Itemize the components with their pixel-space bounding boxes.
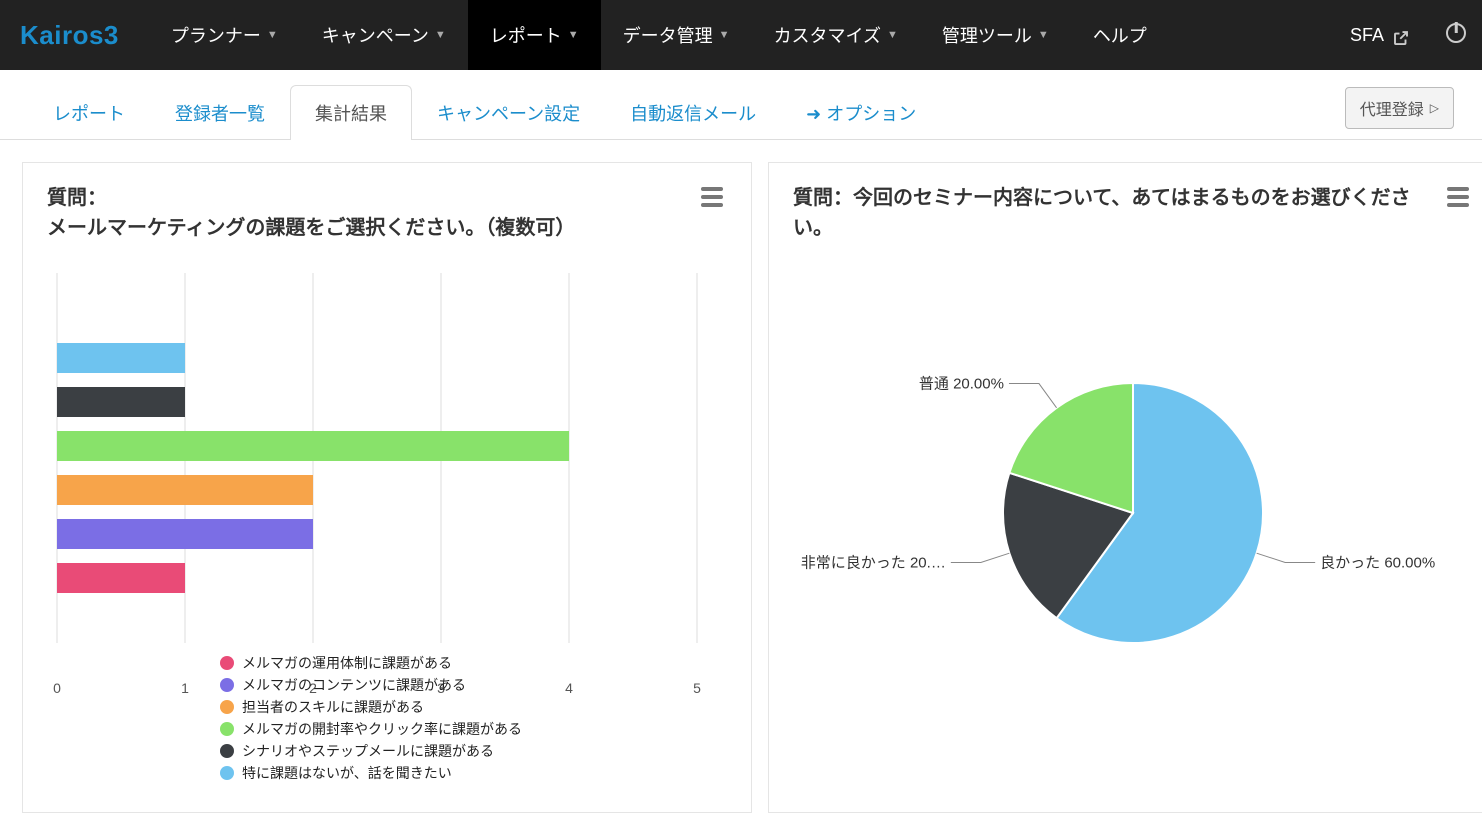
chart-menu-icon[interactable] bbox=[1443, 183, 1473, 211]
tab-レポート[interactable]: レポート bbox=[28, 85, 150, 140]
legend-dot bbox=[220, 766, 234, 780]
legend-dot bbox=[220, 656, 234, 670]
sfa-label: SFA bbox=[1350, 25, 1384, 46]
legend-label: 担当者のスキルに課題がある bbox=[242, 699, 424, 715]
tab-登録者一覧[interactable]: 登録者一覧 bbox=[150, 85, 290, 140]
legend-label: メルマガの開封率やクリック率に課題がある bbox=[242, 721, 522, 737]
legend-label: 特に課題はないが、話を聞きたい bbox=[242, 765, 452, 781]
pie-chart-title: 質問：今回のセミナー内容について、あてはまるものをお選びください。 bbox=[793, 183, 1433, 243]
nav-item-プランナー[interactable]: プランナー ▼ bbox=[149, 0, 300, 70]
proxy-register-button[interactable]: 代理登録 ▷ bbox=[1345, 87, 1454, 129]
brand-logo: Kairos3 bbox=[0, 20, 149, 51]
tab-label: オプション bbox=[826, 104, 916, 124]
legend-dot bbox=[220, 722, 234, 736]
caret-down-icon: ▼ bbox=[1038, 29, 1049, 41]
legend-dot bbox=[220, 700, 234, 714]
nav-item-ヘルプ[interactable]: ヘルプ bbox=[1071, 0, 1169, 70]
caret-down-icon: ▼ bbox=[435, 29, 446, 41]
triangle-right-icon: ▷ bbox=[1430, 101, 1439, 115]
bar-メルマガの運用体制に課題がある bbox=[57, 563, 185, 593]
nav-label: 管理ツール bbox=[942, 22, 1032, 48]
tab-自動返信メール[interactable]: 自動返信メール bbox=[605, 85, 781, 140]
power-button[interactable] bbox=[1430, 23, 1482, 48]
pie-chart: 良かった 60.00% 非常に良かった 20.… 普通 20.00% bbox=[793, 263, 1473, 748]
tab-label: 自動返信メール bbox=[630, 104, 756, 124]
nav-label: ヘルプ bbox=[1093, 22, 1147, 48]
tab-オプション[interactable]: ➜ オプション bbox=[781, 85, 941, 140]
bar-メルマガのコンテンツに課題がある bbox=[57, 519, 313, 549]
tab-label: キャンペーン設定 bbox=[437, 104, 580, 124]
caret-down-icon: ▼ bbox=[719, 29, 730, 41]
top-nav: Kairos3 プランナー▼キャンペーン▼レポート▼データ管理▼カスタマイズ▼管… bbox=[0, 0, 1482, 70]
nav-item-管理ツール[interactable]: 管理ツール ▼ bbox=[920, 0, 1071, 70]
svg-text:1: 1 bbox=[181, 680, 189, 696]
proxy-label: 代理登録 bbox=[1360, 96, 1424, 120]
pie-label-非常に良かった: 非常に良かった 20.… bbox=[801, 554, 946, 571]
nav-right: SFA bbox=[1328, 0, 1482, 70]
bar-chart-panel: 質問： メールマーケティングの課題をご選択ください。（複数可） 012345メル… bbox=[22, 162, 752, 813]
svg-text:0: 0 bbox=[53, 680, 61, 696]
caret-down-icon: ▼ bbox=[568, 29, 579, 41]
svg-text:5: 5 bbox=[693, 680, 701, 696]
nav-label: データ管理 bbox=[623, 22, 713, 48]
sub-nav: レポート 登録者一覧 集計結果 キャンペーン設定 自動返信メール ➜ オプション 代理登録… bbox=[0, 70, 1482, 140]
tab-集計結果[interactable]: 集計結果 bbox=[290, 85, 412, 140]
sfa-link[interactable]: SFA bbox=[1328, 25, 1430, 46]
power-icon bbox=[1446, 23, 1466, 43]
pie-chart-panel: 質問：今回のセミナー内容について、あてはまるものをお選びください。 良かった 6… bbox=[768, 162, 1482, 813]
tab-label: 登録者一覧 bbox=[175, 104, 265, 124]
nav-label: カスタマイズ bbox=[774, 22, 881, 48]
caret-down-icon: ▼ bbox=[887, 29, 898, 41]
bar-chart-title: 質問： メールマーケティングの課題をご選択ください。（複数可） bbox=[47, 183, 687, 243]
pie-label-普通: 普通 20.00% bbox=[919, 376, 1004, 393]
bar-特に課題はないが、話を聞きたい bbox=[57, 343, 185, 373]
legend-label: シナリオやステップメールに課題がある bbox=[242, 743, 494, 759]
nav-item-キャンペーン[interactable]: キャンペーン ▼ bbox=[300, 0, 468, 70]
tab-label: レポート bbox=[53, 104, 125, 124]
caret-down-icon: ▼ bbox=[267, 29, 278, 41]
legend-dot bbox=[220, 678, 234, 692]
bar-メルマガの開封率やクリック率に課題がある bbox=[57, 431, 569, 461]
nav-label: キャンペーン bbox=[322, 22, 429, 48]
bar-chart: 012345メルマガの運用体制に課題があるメルマガのコンテンツに課題がある担当者… bbox=[47, 263, 727, 788]
nav-label: プランナー bbox=[171, 22, 261, 48]
nav-item-カスタマイズ[interactable]: カスタマイズ ▼ bbox=[752, 0, 920, 70]
legend-label: メルマガの運用体制に課題がある bbox=[242, 655, 452, 671]
arrow-right-icon: ➜ bbox=[806, 104, 826, 124]
charts-row: 質問： メールマーケティングの課題をご選択ください。（複数可） 012345メル… bbox=[0, 140, 1482, 835]
tab-キャンペーン設定[interactable]: キャンペーン設定 bbox=[412, 85, 605, 140]
nav-item-レポート[interactable]: レポート ▼ bbox=[468, 0, 601, 70]
svg-text:4: 4 bbox=[565, 680, 573, 696]
pie-label-良かった: 良かった 60.00% bbox=[1320, 554, 1435, 571]
main-nav: プランナー ▼ キャンペーン ▼ レポート ▼ データ管理 ▼ カスタマイズ ▼ 管理ツール ▼ ヘルプ bbox=[149, 0, 1169, 70]
chart-menu-icon[interactable] bbox=[697, 183, 727, 211]
nav-item-データ管理[interactable]: データ管理 ▼ bbox=[601, 0, 752, 70]
external-link-icon bbox=[1392, 27, 1408, 43]
sub-tabs: レポート 登録者一覧 集計結果 キャンペーン設定 自動返信メール ➜ オプション bbox=[28, 84, 941, 139]
tab-label: 集計結果 bbox=[315, 104, 387, 124]
bar-担当者のスキルに課題がある bbox=[57, 475, 313, 505]
legend-label: メルマガのコンテンツに課題がある bbox=[242, 677, 466, 693]
nav-label: レポート bbox=[490, 22, 562, 48]
bar-シナリオやステップメールに課題がある bbox=[57, 387, 185, 417]
legend-dot bbox=[220, 744, 234, 758]
